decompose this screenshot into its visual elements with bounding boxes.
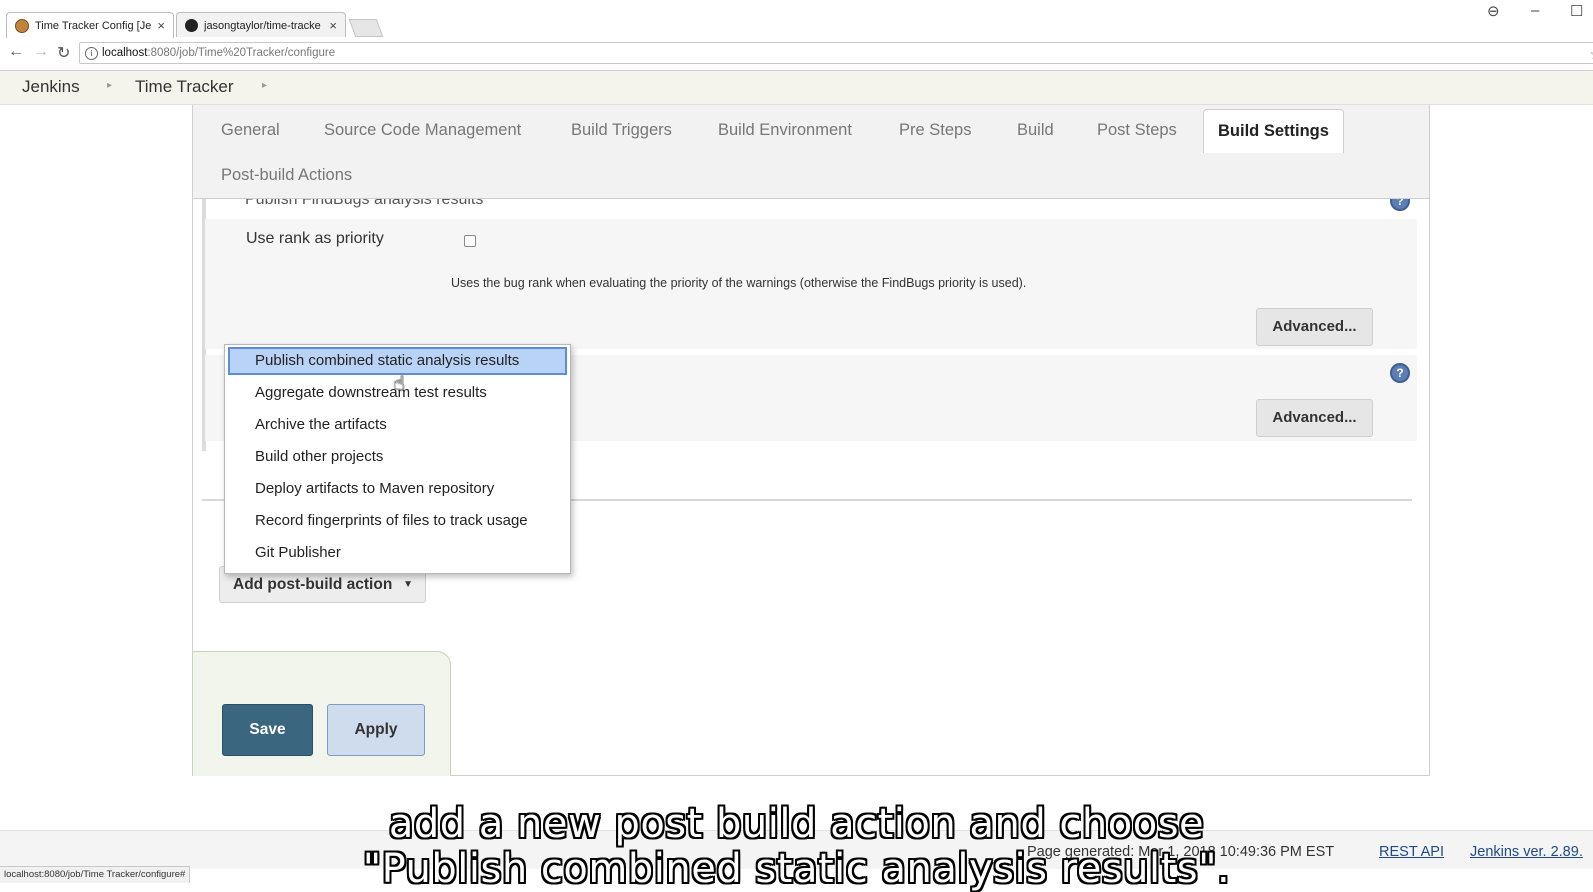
- tab-post-steps[interactable]: Post Steps: [1097, 121, 1177, 140]
- bookmark-star-icon[interactable]: ☆: [1589, 44, 1593, 64]
- browser-tab-jenkins-config[interactable]: Time Tracker Config [Jen ×: [6, 12, 174, 38]
- jenkins-favicon-icon: [15, 18, 29, 33]
- menu-item-build-other-projects[interactable]: Build other projects: [228, 443, 567, 471]
- github-favicon-icon: [185, 19, 198, 32]
- menu-item-deploy-maven[interactable]: Deploy artifacts to Maven repository: [228, 475, 567, 503]
- close-icon[interactable]: ×: [157, 18, 165, 33]
- tab-title: Time Tracker Config [Jen: [35, 19, 152, 32]
- bottom-sticker-bar: Save Apply: [192, 651, 451, 776]
- menu-item-git-publisher[interactable]: Git Publisher: [228, 539, 567, 567]
- tab-build-environment[interactable]: Build Environment: [718, 121, 852, 140]
- subtitle-line-1: add a new post build action and choose: [388, 801, 1205, 847]
- menu-item-archive-artifacts[interactable]: Archive the artifacts: [228, 411, 567, 439]
- new-tab-button[interactable]: [348, 19, 384, 37]
- use-rank-label: Use rank as priority: [246, 230, 384, 247]
- browser-toolbar: ← → ↻ i localhost:8080/job/Time%20Tracke…: [0, 37, 1593, 71]
- maximize-icon[interactable]: ☐: [1570, 2, 1583, 20]
- tab-build[interactable]: Build: [1017, 121, 1054, 140]
- use-rank-checkbox[interactable]: [464, 235, 476, 247]
- subtitle-line-2: "Publish combined static analysis result…: [362, 846, 1231, 892]
- tab-general[interactable]: General: [221, 121, 280, 140]
- tab-post-build-actions[interactable]: Post-build Actions: [221, 166, 352, 185]
- apply-button[interactable]: Apply: [327, 704, 425, 756]
- breadcrumb: Jenkins ▸ Time Tracker ▸: [0, 71, 1593, 105]
- config-tab-bar: General Source Code Management Build Tri…: [193, 105, 1429, 199]
- info-icon[interactable]: i: [85, 47, 98, 60]
- reload-icon[interactable]: ↻: [57, 43, 70, 63]
- forward-arrow-icon[interactable]: →: [33, 43, 49, 61]
- url-path: :8080/job/Time%20Tracker/configure: [147, 47, 336, 59]
- findbugs-advanced-button[interactable]: Advanced...: [1256, 308, 1373, 346]
- tab-title: jasongtaylor/time-tracke: [204, 19, 321, 32]
- account-icon[interactable]: ⊖: [1487, 2, 1500, 20]
- address-bar[interactable]: i localhost:8080/job/Time%20Tracker/conf…: [79, 42, 1593, 64]
- browser-tab-github[interactable]: jasongtaylor/time-tracke ×: [176, 12, 346, 38]
- hand-cursor-icon: ☝: [393, 371, 406, 395]
- close-icon[interactable]: ×: [329, 18, 337, 33]
- breadcrumb-time-tracker[interactable]: Time Tracker: [135, 77, 234, 97]
- second-advanced-button[interactable]: Advanced...: [1256, 399, 1373, 437]
- back-arrow-icon[interactable]: ←: [8, 43, 24, 61]
- tab-source-code-management[interactable]: Source Code Management: [324, 121, 521, 140]
- breadcrumb-chevron-icon[interactable]: ▸: [107, 80, 112, 91]
- tab-build-settings[interactable]: Build Settings: [1203, 109, 1344, 153]
- help-icon[interactable]: ?: [1390, 363, 1410, 383]
- url-host: localhost: [102, 47, 148, 59]
- save-button[interactable]: Save: [222, 704, 313, 756]
- use-rank-description: Uses the bug rank when evaluating the pr…: [451, 276, 1027, 290]
- menu-item-record-fingerprints[interactable]: Record fingerprints of files to track us…: [228, 507, 567, 535]
- breadcrumb-chevron-icon[interactable]: ▸: [262, 80, 267, 91]
- add-post-build-action-label: Add post-build action: [233, 576, 393, 593]
- tab-build-triggers[interactable]: Build Triggers: [571, 121, 672, 140]
- breadcrumb-jenkins[interactable]: Jenkins: [22, 77, 80, 97]
- tab-pre-steps[interactable]: Pre Steps: [899, 121, 971, 140]
- browser-tab-strip: Time Tracker Config [Jen × jasongtaylor/…: [0, 0, 1593, 38]
- minimize-icon[interactable]: –: [1531, 2, 1539, 19]
